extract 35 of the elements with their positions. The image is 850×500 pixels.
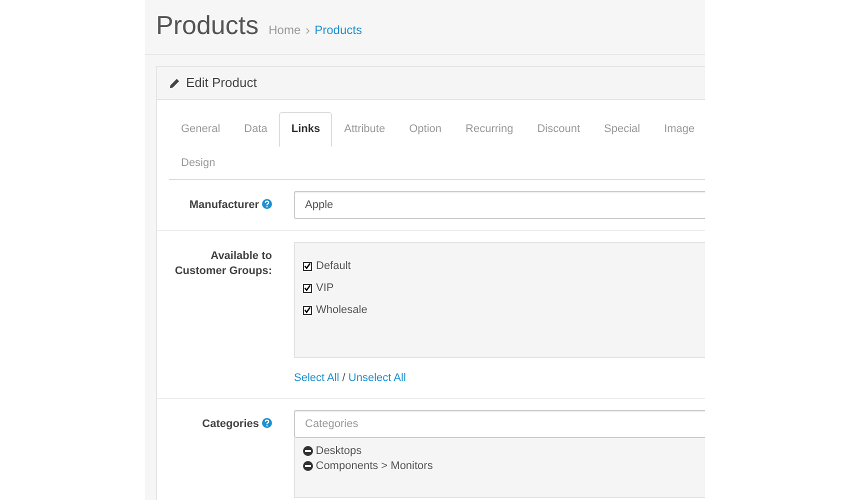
checkbox-label: Wholesale (316, 302, 368, 318)
breadcrumb-link[interactable]: Products (314, 23, 362, 37)
checkbox[interactable] (303, 306, 312, 314)
help-icon (262, 418, 272, 428)
checkbox-label: VIP (316, 280, 334, 296)
pencil-icon (169, 78, 180, 88)
manufacturer-input[interactable]: Apple (294, 191, 705, 219)
checkbox[interactable] (303, 284, 312, 292)
link-separator: / (341, 372, 346, 384)
category-item: Components > Monitors (316, 458, 433, 474)
breadcrumb-link[interactable]: Home (268, 23, 301, 37)
panel-title: Edit Product (186, 74, 257, 92)
help-icon (262, 199, 272, 209)
unselect-all-link[interactable]: Unselect All (348, 372, 406, 384)
tab[interactable]: Design (169, 146, 228, 180)
tab[interactable]: General (169, 112, 232, 146)
tab[interactable]: Discount (525, 112, 592, 146)
field-label: Manufacturer (189, 199, 259, 211)
page-title: Products (156, 10, 259, 42)
select-all-link[interactable]: Select All (294, 372, 340, 384)
checkbox-label: Default (316, 258, 351, 274)
field-label: Categories (202, 418, 259, 430)
categories-input[interactable]: Categories (294, 410, 705, 438)
category-item: Desktops (316, 444, 362, 458)
tab[interactable]: Recurring (454, 112, 526, 146)
tab[interactable]: Links (279, 112, 332, 146)
tab[interactable]: Data (232, 112, 280, 146)
tab[interactable]: Attribute (332, 112, 398, 146)
remove-icon[interactable] (303, 446, 313, 456)
remove-icon[interactable] (303, 461, 313, 471)
tab[interactable]: Option (397, 112, 454, 146)
checkbox[interactable] (303, 262, 312, 270)
tab[interactable]: Special (592, 112, 652, 146)
tab[interactable]: Image (652, 112, 705, 146)
field-label: Available to Customer Groups: (174, 249, 273, 279)
